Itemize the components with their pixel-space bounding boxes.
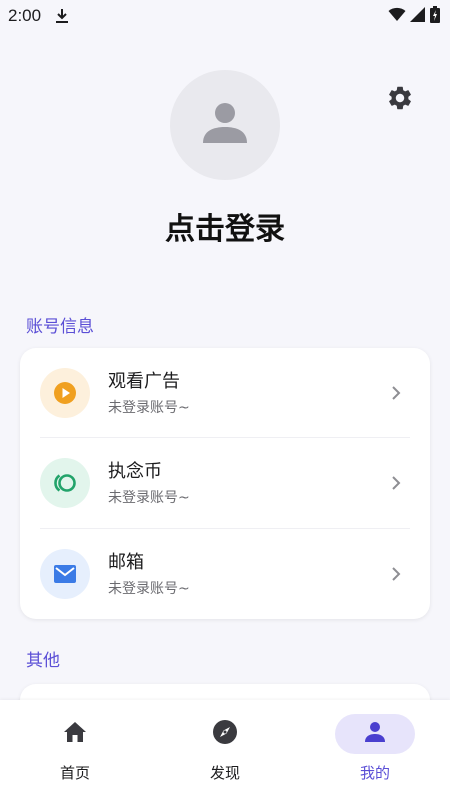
nav-item-mine[interactable]: 我的 [300, 714, 450, 794]
mail-icon [40, 549, 90, 599]
person-icon [364, 721, 386, 747]
nav-pill [35, 714, 115, 754]
account-card: 观看广告 未登录账号~ 执念币 未登录账号~ 邮箱 未登录账号~ [20, 348, 430, 619]
status-time: 2:00 [8, 6, 42, 25]
play-circle-icon [40, 368, 90, 418]
download-icon [55, 8, 69, 24]
list-item-subtitle: 未登录账号~ [108, 490, 190, 506]
nav-pill [185, 714, 265, 754]
chevron-right-icon [386, 473, 406, 493]
list-item-watch-ad[interactable]: 观看广告 未登录账号~ [20, 348, 430, 438]
gear-icon [386, 84, 414, 116]
nav-item-home[interactable]: 首页 [0, 714, 150, 794]
list-item-title: 观看广告 [108, 371, 180, 392]
status-right-icons [388, 5, 440, 27]
list-item-title: 执念币 [108, 461, 162, 482]
avatar[interactable] [170, 70, 280, 180]
section-title-other: 其他 [26, 651, 60, 671]
list-item-coin[interactable]: 执念币 未登录账号~ [20, 438, 430, 528]
wifi-icon [388, 7, 406, 26]
bottom-nav: 首页 发现 我的 [0, 700, 450, 800]
signal-icon [410, 6, 426, 26]
settings-button[interactable] [384, 84, 416, 116]
battery-charging-icon [430, 5, 440, 27]
nav-item-discover[interactable]: 发现 [150, 714, 300, 794]
nav-label: 首页 [59, 764, 90, 782]
list-item-title: 邮箱 [108, 552, 144, 573]
login-button[interactable]: 点击登录 [0, 204, 450, 248]
chevron-right-icon [386, 383, 406, 403]
section-title-account: 账号信息 [26, 317, 94, 337]
list-item-text: 执念币 未登录账号~ [108, 460, 190, 508]
nav-label: 发现 [209, 764, 240, 782]
nav-pill-active [335, 714, 415, 754]
nav-label: 我的 [359, 764, 390, 782]
status-bar: 2:00 [0, 0, 450, 32]
compass-icon [212, 719, 238, 749]
coin-icon [40, 458, 90, 508]
person-icon [201, 99, 249, 151]
chevron-right-icon [386, 564, 406, 584]
list-item-mail[interactable]: 邮箱 未登录账号~ [20, 529, 430, 619]
list-item-subtitle: 未登录账号~ [108, 581, 190, 597]
list-item-subtitle: 未登录账号~ [108, 400, 190, 416]
home-icon [63, 721, 87, 747]
list-item-text: 邮箱 未登录账号~ [108, 551, 190, 599]
list-item-text: 观看广告 未登录账号~ [108, 370, 190, 418]
